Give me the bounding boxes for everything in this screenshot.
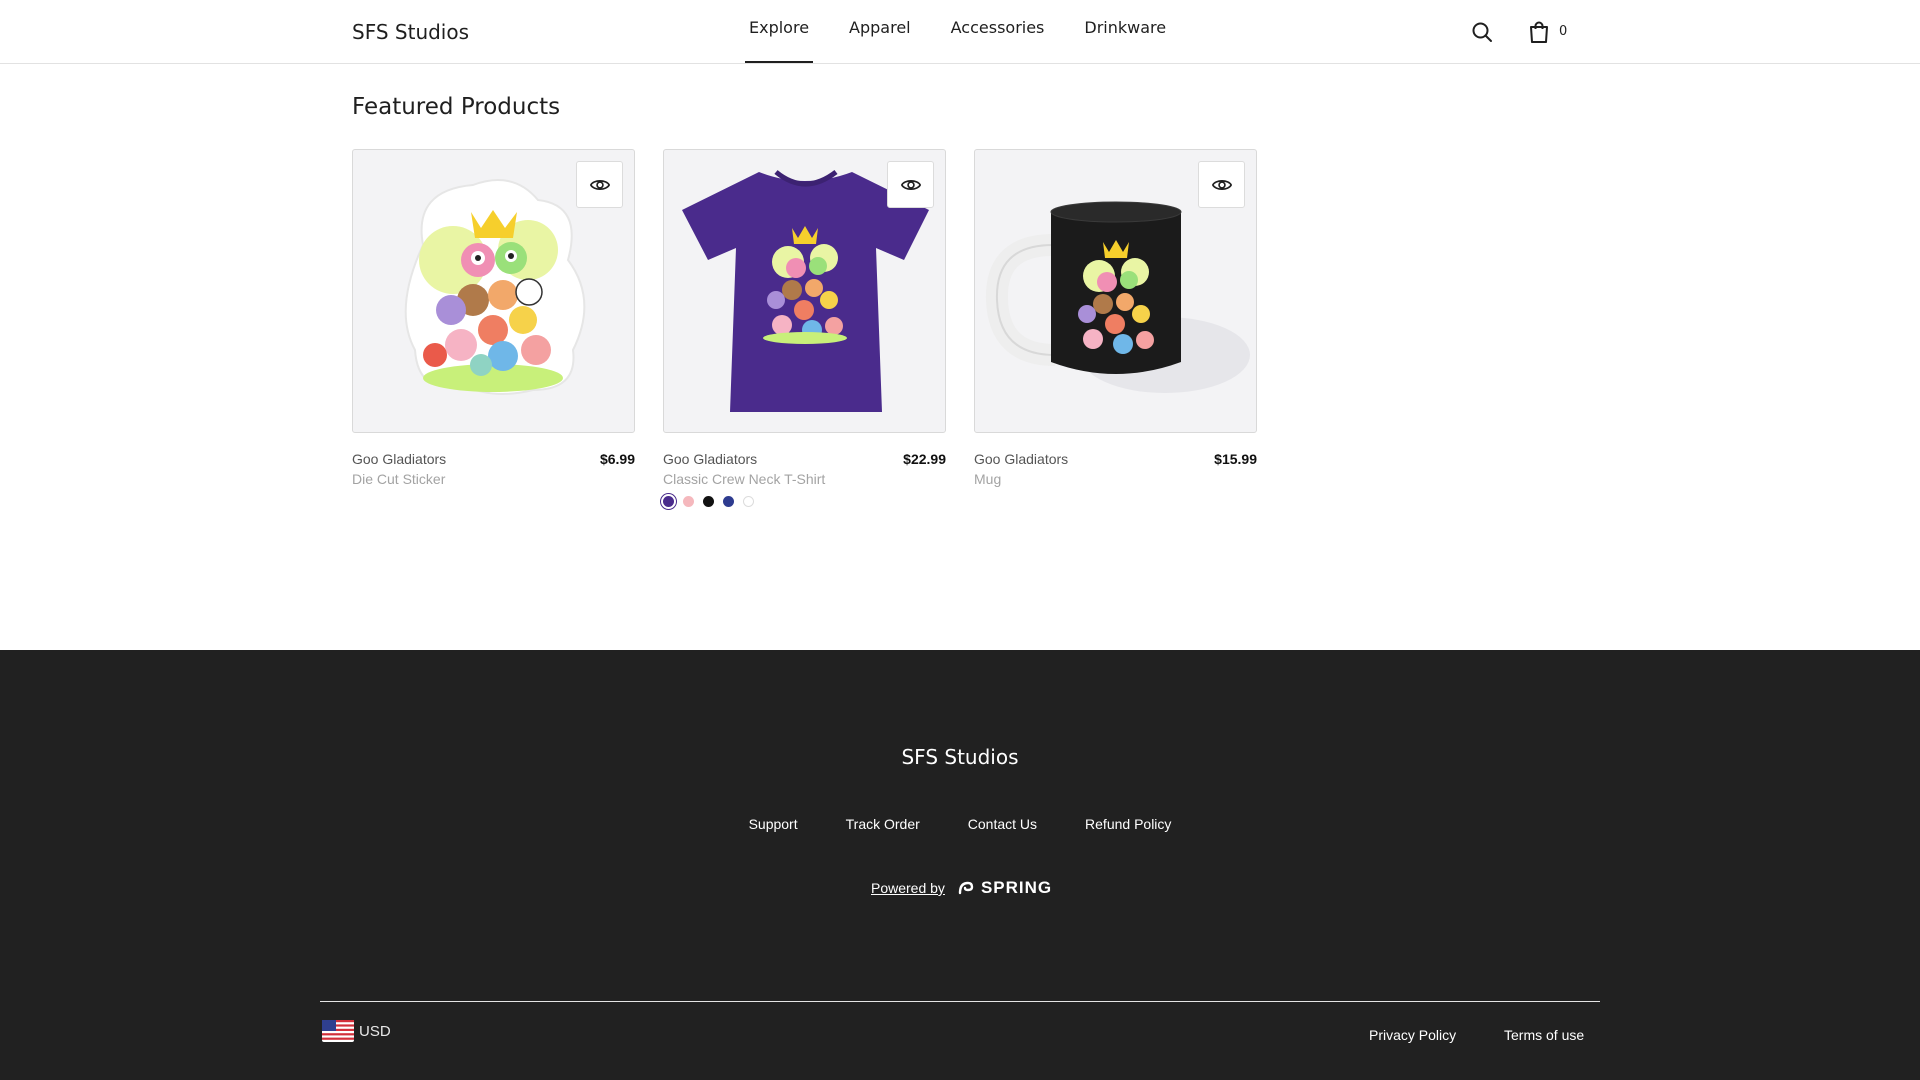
- product-subtitle: Mug: [974, 471, 1002, 487]
- swatch-white[interactable]: [743, 496, 754, 507]
- cart-count: 0: [1559, 24, 1568, 39]
- nav-explore[interactable]: Explore: [745, 0, 814, 63]
- product-meta: Goo Gladiators $15.99 Mug: [974, 451, 1257, 487]
- product-price: $15.99: [1214, 451, 1257, 467]
- product-card-sticker[interactable]: Goo Gladiators $6.99 Die Cut Sticker: [352, 149, 635, 487]
- site-header: SFS Studios Explore Apparel Accessories …: [0, 0, 1920, 64]
- product-card-mug[interactable]: Goo Gladiators $15.99 Mug: [974, 149, 1257, 487]
- footer-brand[interactable]: SFS Studios: [0, 745, 1920, 769]
- product-title[interactable]: Goo Gladiators: [352, 451, 635, 467]
- main-nav: Explore Apparel Accessories Drinkware: [745, 0, 1202, 63]
- product-image[interactable]: [974, 149, 1257, 433]
- swatch-black[interactable]: [703, 496, 714, 507]
- footer-link-support[interactable]: Support: [749, 816, 798, 832]
- eye-icon: [900, 179, 921, 190]
- us-flag-icon: [322, 1020, 354, 1042]
- powered-by-link[interactable]: Powered by SPRING: [871, 878, 1052, 898]
- footer-links: Support Track Order Contact Us Refund Po…: [0, 816, 1920, 832]
- spring-logo: SPRING: [957, 878, 1052, 898]
- nav-accessories[interactable]: Accessories: [947, 0, 1049, 63]
- eye-icon: [589, 179, 610, 190]
- nav-apparel[interactable]: Apparel: [845, 0, 915, 63]
- product-image[interactable]: [663, 149, 946, 433]
- product-price: $6.99: [599, 451, 635, 467]
- quick-view-button[interactable]: [887, 161, 934, 208]
- currency-label: USD: [359, 1022, 391, 1040]
- currency-selector[interactable]: USD: [322, 1020, 391, 1042]
- swatch-purple[interactable]: [663, 496, 674, 507]
- quick-view-button[interactable]: [1198, 161, 1245, 208]
- footer-link-refund-policy[interactable]: Refund Policy: [1085, 816, 1171, 832]
- terms-of-use-link[interactable]: Terms of use: [1504, 1027, 1584, 1043]
- quick-view-button[interactable]: [576, 161, 623, 208]
- footer-link-track-order[interactable]: Track Order: [846, 816, 920, 832]
- eye-icon: [1211, 179, 1232, 190]
- product-price: $22.99: [903, 451, 946, 467]
- product-subtitle: Classic Crew Neck T-Shirt: [663, 471, 826, 487]
- section-title: Featured Products: [352, 94, 561, 120]
- product-card-tshirt[interactable]: Goo Gladiators $22.99 Classic Crew Neck …: [663, 149, 946, 507]
- powered-by-text: Powered by: [871, 880, 945, 896]
- swatch-navy[interactable]: [723, 496, 734, 507]
- swatch-pink[interactable]: [683, 496, 694, 507]
- footer-link-contact-us[interactable]: Contact Us: [968, 816, 1037, 832]
- brand-logo[interactable]: SFS Studios: [352, 20, 469, 44]
- footer-divider: [320, 1001, 1600, 1002]
- site-footer: SFS Studios Support Track Order Contact …: [0, 650, 1920, 1080]
- product-meta: Goo Gladiators $6.99 Die Cut Sticker: [352, 451, 635, 487]
- nav-drinkware[interactable]: Drinkware: [1080, 0, 1170, 63]
- shopping-bag-icon[interactable]: [1527, 20, 1551, 44]
- product-subtitle: Die Cut Sticker: [352, 471, 446, 487]
- spring-swirl-icon: [958, 881, 974, 895]
- color-swatches: [663, 496, 946, 507]
- product-image[interactable]: [352, 149, 635, 433]
- privacy-policy-link[interactable]: Privacy Policy: [1369, 1027, 1456, 1043]
- product-meta: Goo Gladiators $22.99 Classic Crew Neck …: [663, 451, 946, 507]
- search-icon[interactable]: [1470, 20, 1494, 44]
